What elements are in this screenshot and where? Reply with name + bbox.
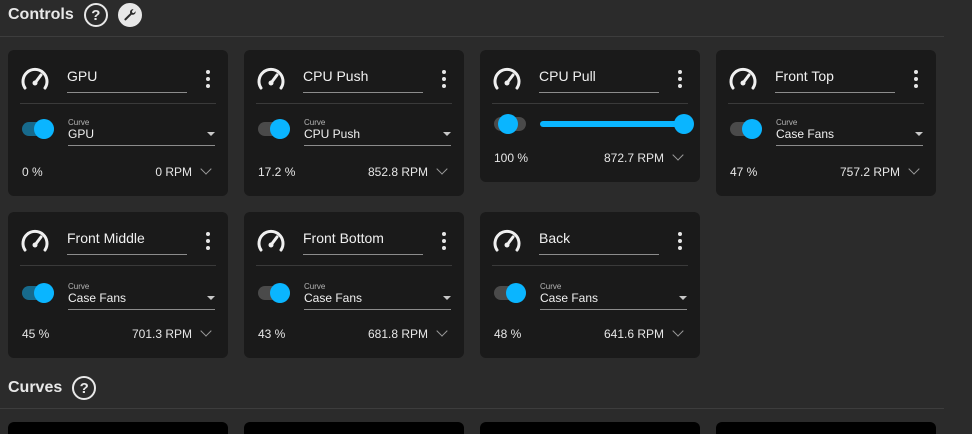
speedometer-icon <box>21 229 49 252</box>
curve-select[interactable]: Curve GPU <box>68 118 215 146</box>
chevron-down-icon[interactable] <box>672 325 684 337</box>
mode-toggle[interactable] <box>258 119 290 139</box>
card-header: CPU Pull <box>492 62 688 104</box>
curve-select[interactable]: Curve CPU Push <box>304 118 451 146</box>
fan-name-input[interactable]: Front Bottom <box>303 228 423 255</box>
speedometer-icon <box>257 67 285 90</box>
duty-value: 100 % <box>494 151 529 165</box>
chevron-down-icon[interactable] <box>672 149 684 161</box>
fan-control-card-cpu-pull: CPU Pull 100 % 872.7 RPM <box>480 50 700 182</box>
question-circle-icon[interactable]: ? <box>72 376 97 400</box>
card-header: CPU Push <box>256 62 452 104</box>
duty-value: 47 % <box>730 165 758 179</box>
dropdown-arrow-icon <box>915 132 923 136</box>
fan-name-input[interactable]: Front Top <box>775 66 895 93</box>
curve-select[interactable]: Curve Case Fans <box>68 282 215 310</box>
curve-card <box>480 422 700 434</box>
curve-select[interactable]: Curve Case Fans <box>304 282 451 310</box>
rpm-value: 681.8 RPM <box>367 327 428 341</box>
curves-divider <box>0 408 944 409</box>
card-header: GPU <box>20 62 216 104</box>
fan-name-input[interactable]: CPU Push <box>303 66 423 93</box>
controls-title: Controls <box>8 6 74 23</box>
speedometer-icon <box>729 67 757 90</box>
mode-toggle[interactable] <box>730 119 762 139</box>
fan-name-input[interactable]: GPU <box>67 66 187 93</box>
curve-card <box>716 422 936 434</box>
chevron-down-icon[interactable] <box>908 163 920 175</box>
mode-toggle[interactable] <box>494 114 526 134</box>
controls-header: Controls ? <box>8 3 142 27</box>
duty-value: 43 % <box>258 327 286 341</box>
curve-select[interactable]: Curve Case Fans <box>540 282 687 310</box>
dropdown-arrow-icon <box>207 132 215 136</box>
fan-control-card-cpu-push: CPU Push Curve CPU Push 17.2 % 852.8 RPM <box>244 50 464 196</box>
wrench-icon[interactable] <box>117 3 142 27</box>
rpm-value: 701.3 RPM <box>131 327 192 341</box>
dropdown-arrow-icon <box>207 296 215 300</box>
more-options-icon[interactable] <box>436 230 452 252</box>
card-header: Front Middle <box>20 224 216 266</box>
fan-control-card-front-bottom: Front Bottom Curve Case Fans 43 % 681.8 … <box>244 212 464 358</box>
chevron-down-icon[interactable] <box>200 325 212 337</box>
more-options-icon[interactable] <box>200 230 216 252</box>
card-header: Front Top <box>728 62 924 104</box>
curve-card <box>244 422 464 434</box>
dropdown-arrow-icon <box>443 132 451 136</box>
speed-slider-thumb[interactable] <box>674 114 694 134</box>
more-options-icon[interactable] <box>908 68 924 90</box>
card-header: Back <box>492 224 688 266</box>
more-options-icon[interactable] <box>200 68 216 90</box>
fan-control-card-gpu: GPU Curve GPU 0 % 0 RPM <box>8 50 228 196</box>
rpm-value: 852.8 RPM <box>367 165 428 179</box>
more-options-icon[interactable] <box>672 68 688 90</box>
chevron-down-icon[interactable] <box>436 163 448 175</box>
duty-value: 48 % <box>494 327 522 341</box>
fan-control-card-back: Back Curve Case Fans 48 % 641.6 RPM <box>480 212 700 358</box>
curve-card <box>8 422 228 434</box>
speedometer-icon <box>257 229 285 252</box>
dropdown-arrow-icon <box>443 296 451 300</box>
rpm-value: 0 RPM <box>155 165 192 179</box>
more-options-icon[interactable] <box>672 230 688 252</box>
mode-toggle[interactable] <box>494 283 526 303</box>
speedometer-icon <box>21 67 49 90</box>
duty-value: 45 % <box>22 327 50 341</box>
dropdown-arrow-icon <box>679 296 687 300</box>
curves-title: Curves <box>8 379 63 396</box>
curve-select[interactable]: Curve Case Fans <box>776 118 923 146</box>
controls-divider <box>0 36 944 37</box>
mode-toggle[interactable] <box>22 283 54 303</box>
question-circle-icon[interactable]: ? <box>83 3 108 27</box>
rpm-value: 641.6 RPM <box>603 327 664 341</box>
duty-value: 17.2 % <box>258 165 296 179</box>
rpm-value: 757.2 RPM <box>839 165 900 179</box>
fan-control-card-front-middle: Front Middle Curve Case Fans 45 % 701.3 … <box>8 212 228 358</box>
duty-value: 0 % <box>22 165 43 179</box>
speed-slider-track[interactable] <box>540 121 684 127</box>
curves-header: Curves ? <box>8 376 97 400</box>
fan-control-card-front-top: Front Top Curve Case Fans 47 % 757.2 RPM <box>716 50 936 196</box>
card-header: Front Bottom <box>256 224 452 266</box>
fan-name-input[interactable]: Back <box>539 228 659 255</box>
fan-name-input[interactable]: CPU Pull <box>539 66 659 93</box>
mode-toggle[interactable] <box>258 283 290 303</box>
mode-toggle[interactable] <box>22 119 54 139</box>
chevron-down-icon[interactable] <box>200 163 212 175</box>
chevron-down-icon[interactable] <box>436 325 448 337</box>
speedometer-icon <box>493 67 521 90</box>
speedometer-icon <box>493 229 521 252</box>
rpm-value: 872.7 RPM <box>603 151 664 165</box>
more-options-icon[interactable] <box>436 68 452 90</box>
fan-name-input[interactable]: Front Middle <box>67 228 187 255</box>
